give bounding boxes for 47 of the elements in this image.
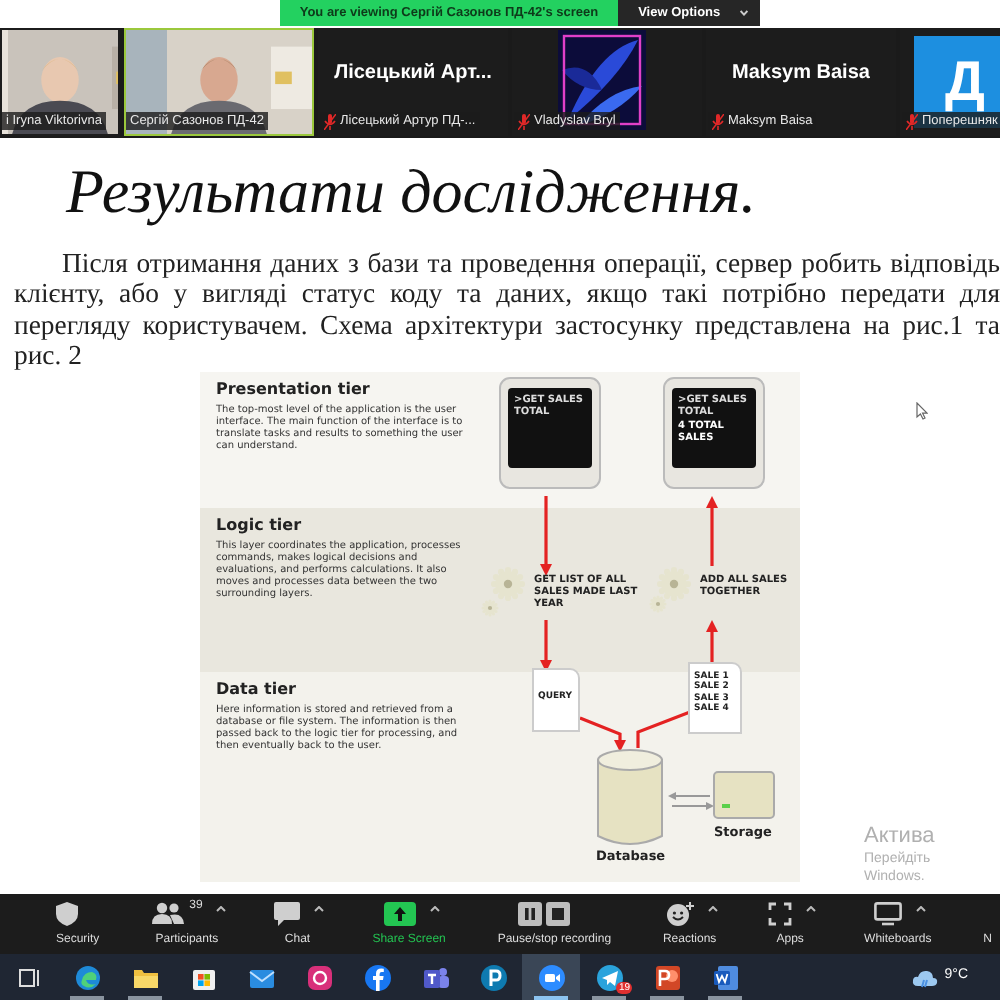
chat-bubble-icon: [274, 901, 301, 925]
document-app-icon: [711, 963, 739, 991]
monitor: [499, 376, 601, 489]
storage-icon: [713, 770, 775, 819]
caret-icon[interactable]: [806, 906, 817, 912]
arrow: [540, 619, 552, 672]
mouse-cursor-icon: [916, 402, 928, 420]
people-icon: [151, 902, 184, 924]
caret-icon[interactable]: [216, 906, 227, 912]
slides-app-icon: [653, 963, 681, 991]
teams-icon: [421, 963, 449, 991]
monitor: [663, 376, 765, 489]
shield-icon: [56, 901, 79, 925]
document-title: Результати дослідження.: [63, 154, 758, 228]
facebook-icon: [363, 963, 391, 991]
taskbar-app[interactable]: [522, 954, 580, 1000]
paper-plane-icon: [595, 963, 623, 991]
share-screen-icon: [383, 901, 416, 925]
arrow: [706, 619, 718, 664]
participant-display-name: Лісецький Арт...: [334, 60, 492, 88]
circle-logo-icon: [479, 963, 507, 991]
arrow: [668, 791, 714, 810]
caret-icon[interactable]: [707, 906, 718, 912]
apps-icon: [768, 901, 793, 925]
tier-title: Logic tier: [216, 515, 304, 536]
chevron-down-icon: [740, 10, 749, 16]
caret-icon[interactable]: [429, 906, 440, 912]
pause-stop-icon: [518, 901, 571, 925]
task-view-icon: [15, 963, 43, 991]
arrow: [579, 715, 626, 752]
tier-title: Data tier: [216, 679, 298, 700]
whiteboard-icon: [873, 901, 902, 925]
participant-display-name: Maksym Baisa: [732, 60, 870, 88]
video-app-icon: [537, 963, 565, 991]
connector-line: [636, 709, 691, 748]
arrow: [540, 495, 552, 576]
tier-title: Presentation tier: [216, 379, 372, 400]
database-icon: [597, 748, 663, 845]
cloud-icon: [912, 967, 939, 987]
watermark-text: Актива: [864, 824, 935, 850]
arrow: [706, 495, 718, 566]
camera-logo-icon: [305, 963, 333, 991]
smiley-plus-icon: [665, 901, 694, 925]
caret-icon[interactable]: [915, 906, 926, 912]
caret-icon[interactable]: [314, 906, 325, 912]
edge-icon: [73, 963, 101, 991]
document-paragraph: Після отримання даних з бази та проведення операції, сервер робить відповідь клієнту, або у вигляді статус коду та даних, якщо такі потрібно передати для перегляду користувачем. Схема архітектури застосунку представлена на рис.1 та рис. 2: [12, 248, 1000, 372]
